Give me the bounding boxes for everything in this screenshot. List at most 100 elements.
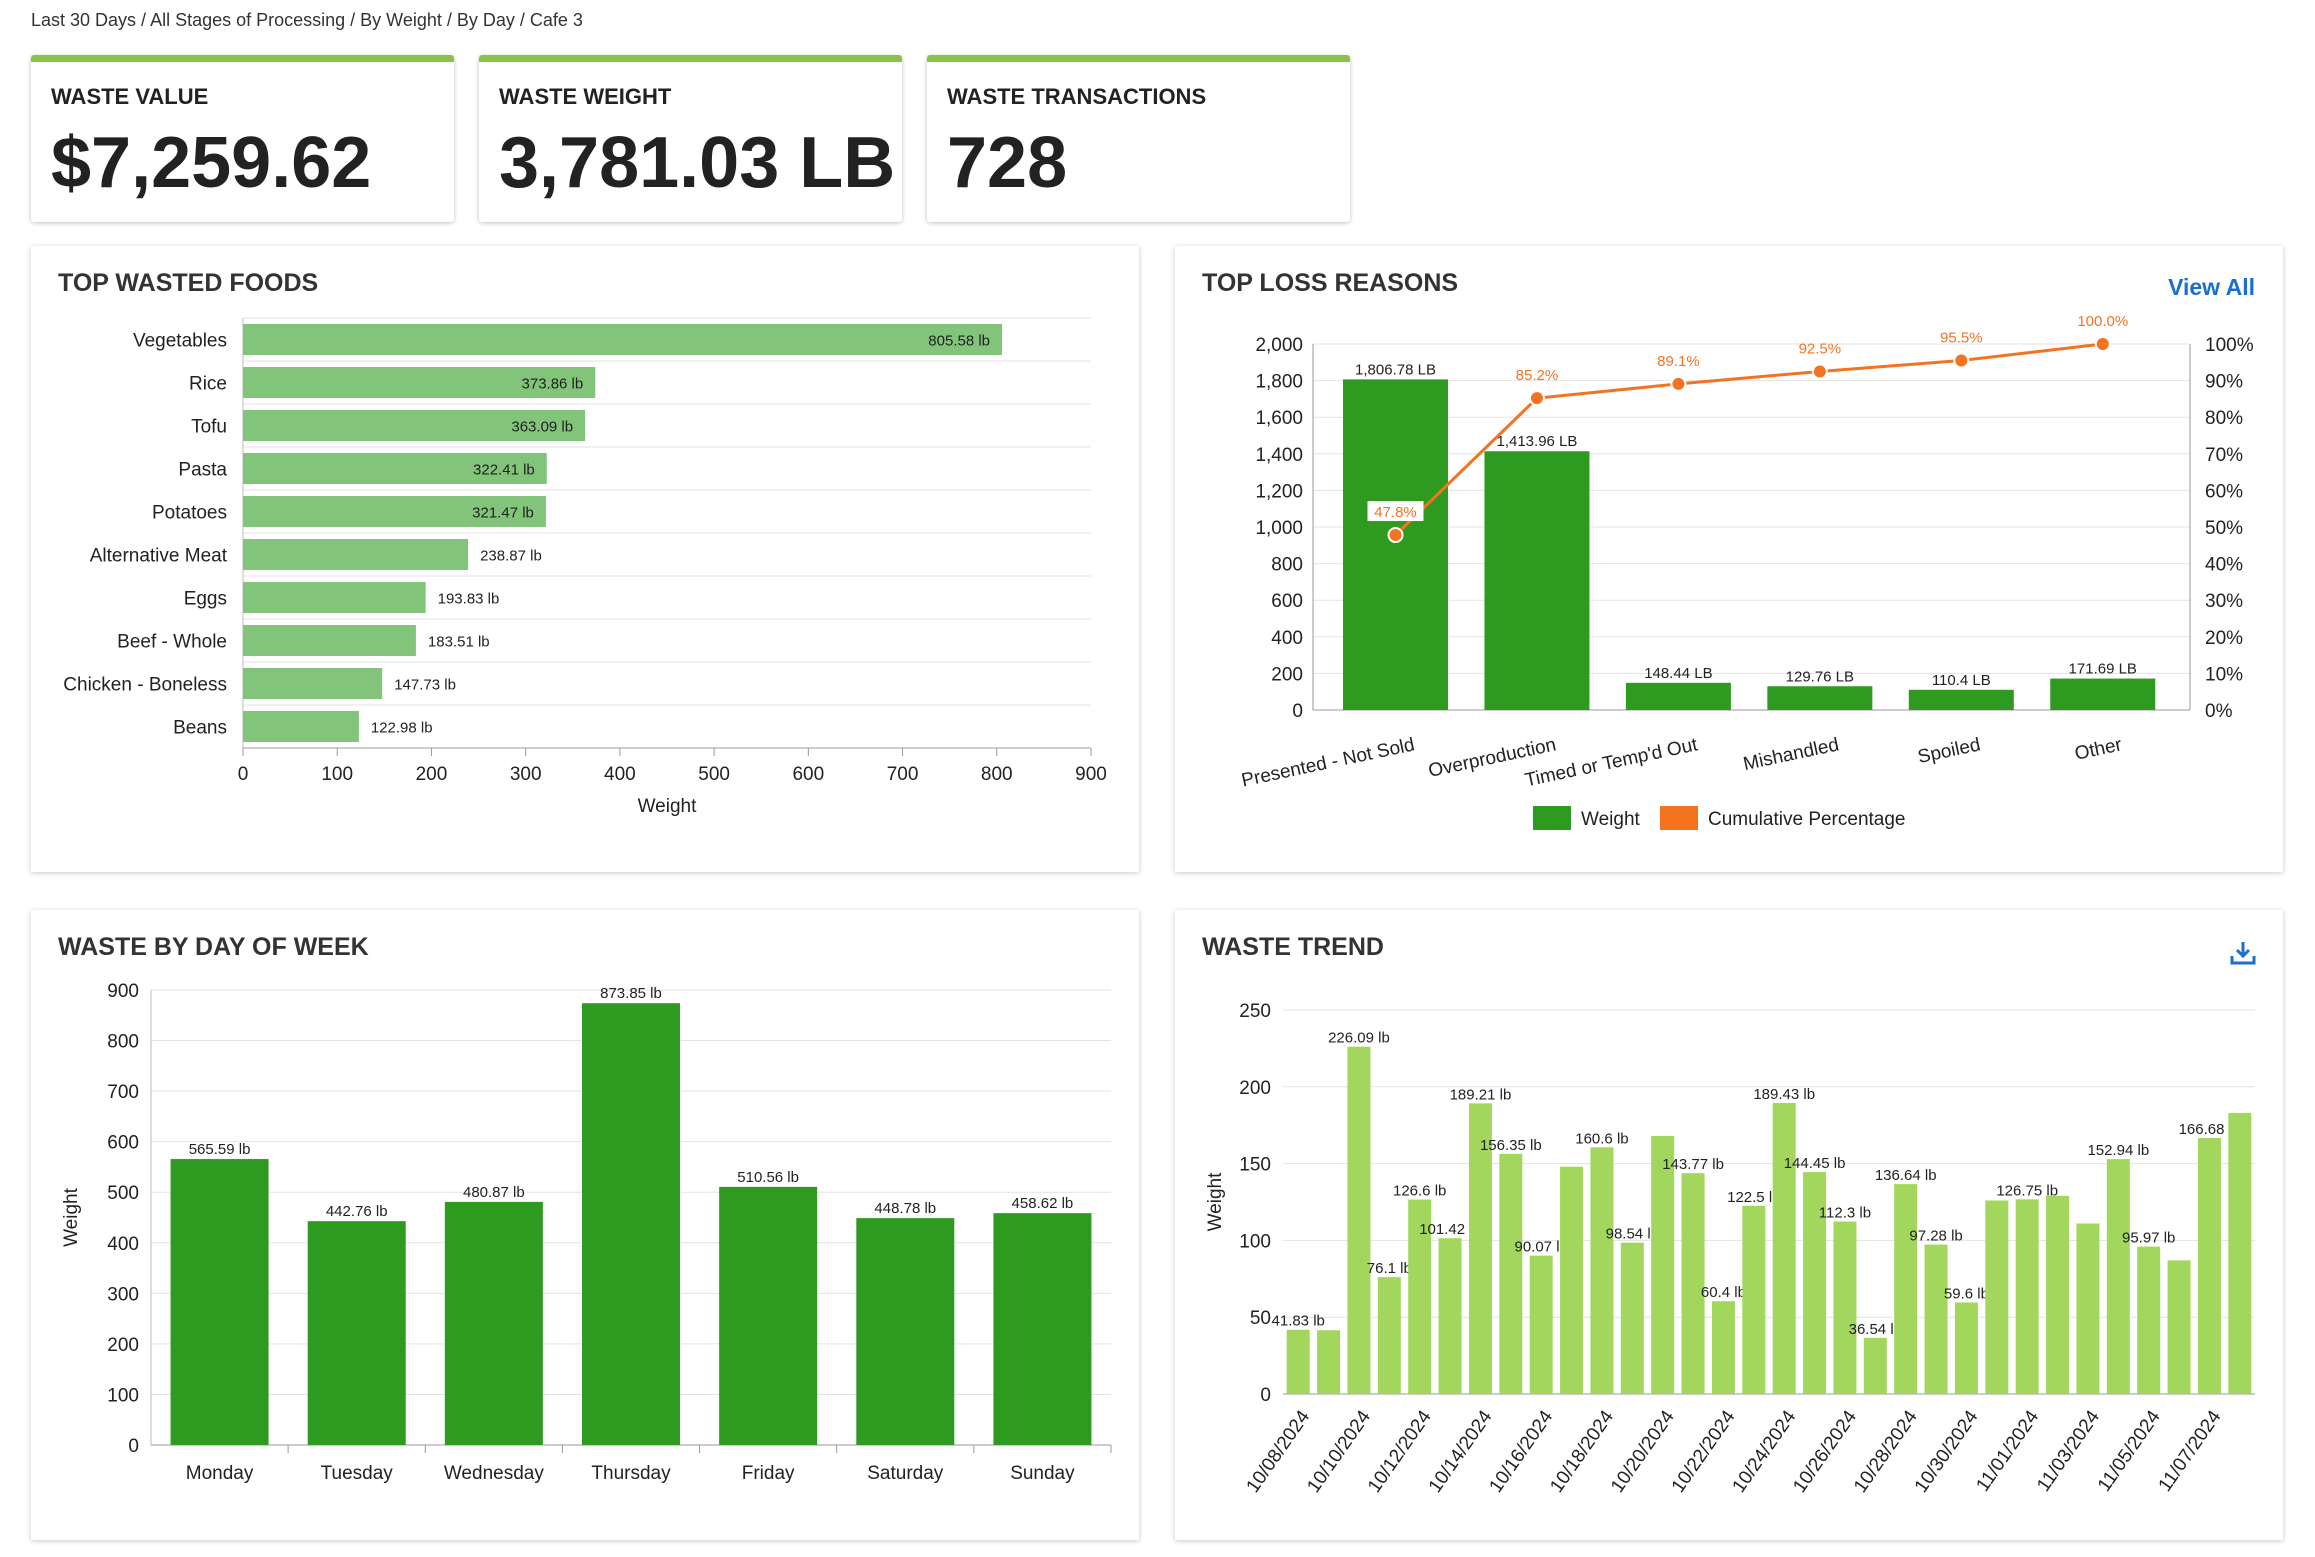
percent-label: 95.5% [1940,329,1983,346]
bar [2137,1246,2161,1394]
y-tick-label: 0 [1260,1385,1271,1406]
y2-tick-label: 50% [2205,518,2243,539]
kpi-card-waste-weight: WASTE WEIGHT 3,781.03 LB [479,55,902,222]
legend-swatch [1533,806,1571,830]
bar [1742,1205,1766,1394]
kpi-value: $7,259.62 [51,123,372,203]
percent-label: 92.5% [1799,340,1842,357]
bar [2167,1260,2191,1394]
breadcrumb: Last 30 Days / All Stages of Processing … [31,10,583,30]
data-label: 90.07 lb [1514,1239,1567,1256]
category-label: Eggs [184,589,227,610]
bar [243,539,469,570]
y2-tick-label: 80% [2205,408,2243,429]
y2-tick-label: 60% [2205,481,2243,502]
bar [2015,1199,2039,1394]
data-label: 442.76 lb [326,1203,388,1220]
bar [993,1213,1092,1445]
data-label: 160.6 lb [1575,1130,1628,1147]
y-tick-label: 900 [107,981,139,1002]
data-label: 193.83 lb [438,591,500,608]
bar [1347,1046,1371,1394]
tick-label: 200 [416,764,448,785]
bar [1954,1302,1978,1394]
tick-label: 0 [238,764,249,785]
bar [1711,1301,1735,1394]
tick-label: 800 [981,764,1013,785]
y-axis-label: Weight [61,1187,82,1247]
line-point [1811,363,1828,380]
y-tick-label: 100 [107,1385,139,1406]
line-point [1953,352,1970,369]
data-label: 122.5 lb [1727,1189,1780,1206]
tick-label: 500 [698,764,730,785]
bar [2228,1112,2252,1394]
data-label: 805.58 lb [928,333,990,350]
y-tick-label: 1,600 [1255,408,1303,429]
bar [1894,1184,1918,1394]
bar [1286,1329,1310,1394]
y-tick-label: 400 [107,1234,139,1255]
bar [1651,1135,1675,1394]
data-label: 1,413.96 LB [1496,433,1577,450]
data-label: 129.76 LB [1786,668,1854,685]
y-tick-label: 1,800 [1255,372,1303,393]
bar [1985,1200,2009,1394]
line-point [1528,390,1545,407]
y-tick-label: 800 [1271,555,1303,576]
tick-label: 900 [1075,764,1107,785]
data-label: 156.35 lb [1480,1137,1542,1154]
data-label: 122.98 lb [371,720,433,737]
bar [170,1159,269,1445]
data-label: 171.69 LB [2069,661,2137,678]
y2-tick-label: 70% [2205,445,2243,466]
y-tick-label: 2,000 [1255,335,1303,356]
legend-swatch [1660,806,1698,830]
percent-label: 47.8% [1374,504,1417,521]
data-label: 97.28 lb [1909,1228,1962,1245]
data-label: 189.43 lb [1753,1086,1815,1103]
category-label: Tofu [191,417,227,438]
data-label: 1,806.78 LB [1355,361,1436,378]
data-label: 480.87 lb [463,1184,525,1201]
data-label: 873.85 lb [600,985,662,1002]
data-label: 565.59 lb [189,1141,251,1158]
bar [2076,1223,2100,1394]
bar [1590,1147,1614,1394]
y2-tick-label: 100% [2205,335,2254,356]
waste-by-day-panel: WASTE BY DAY OF WEEK 0 100 200 300 400 500 600… [31,910,1139,1540]
y-tick-label: 200 [107,1335,139,1356]
category-label: Beef - Whole [117,632,227,653]
data-label: 76.1 lb [1367,1260,1412,1277]
y2-tick-label: 0% [2205,701,2233,722]
category-label: Spoiled [1916,734,1982,768]
y2-tick-label: 30% [2205,591,2243,612]
category-label: Rice [189,374,227,395]
tick-label: 100 [321,764,353,785]
percent-label: 89.1% [1657,353,1700,370]
bar [582,1003,680,1445]
kpi-value: 3,781.03 LB [499,123,896,203]
y-tick-label: 1,000 [1255,518,1303,539]
waste-trend-panel: WASTE TREND 0 50 100 150 200 250 Weight 41.83 l… [1175,910,2283,1540]
bar [1343,379,1448,710]
y-tick-label: 300 [107,1284,139,1305]
bar [856,1218,955,1445]
percent-label: 85.2% [1516,367,1559,384]
bar [243,625,416,656]
data-label: 148.44 LB [1644,665,1712,682]
data-label: 363.09 lb [511,419,573,436]
y-tick-label: 400 [1271,628,1303,649]
data-label: 36.54 lb [1849,1321,1902,1338]
y-tick-label: 200 [1271,664,1303,685]
tick-label: 400 [604,764,636,785]
data-label: 152.94 lb [2087,1142,2149,1159]
data-label: 95.97 lb [2122,1230,2175,1247]
data-label: 448.78 lb [874,1200,936,1217]
category-label: Sunday [1010,1463,1075,1484]
data-label: 143.77 lb [1662,1156,1724,1173]
data-label: 226.09 lb [1328,1030,1390,1047]
top-wasted-foods-chart: Vegetables 805.58 lb Rice 373.86 lb Tofu 363.… [63,317,1107,817]
y2-tick-label: 20% [2205,628,2243,649]
kpi-card-waste-value: WASTE VALUE $7,259.62 [31,55,454,222]
